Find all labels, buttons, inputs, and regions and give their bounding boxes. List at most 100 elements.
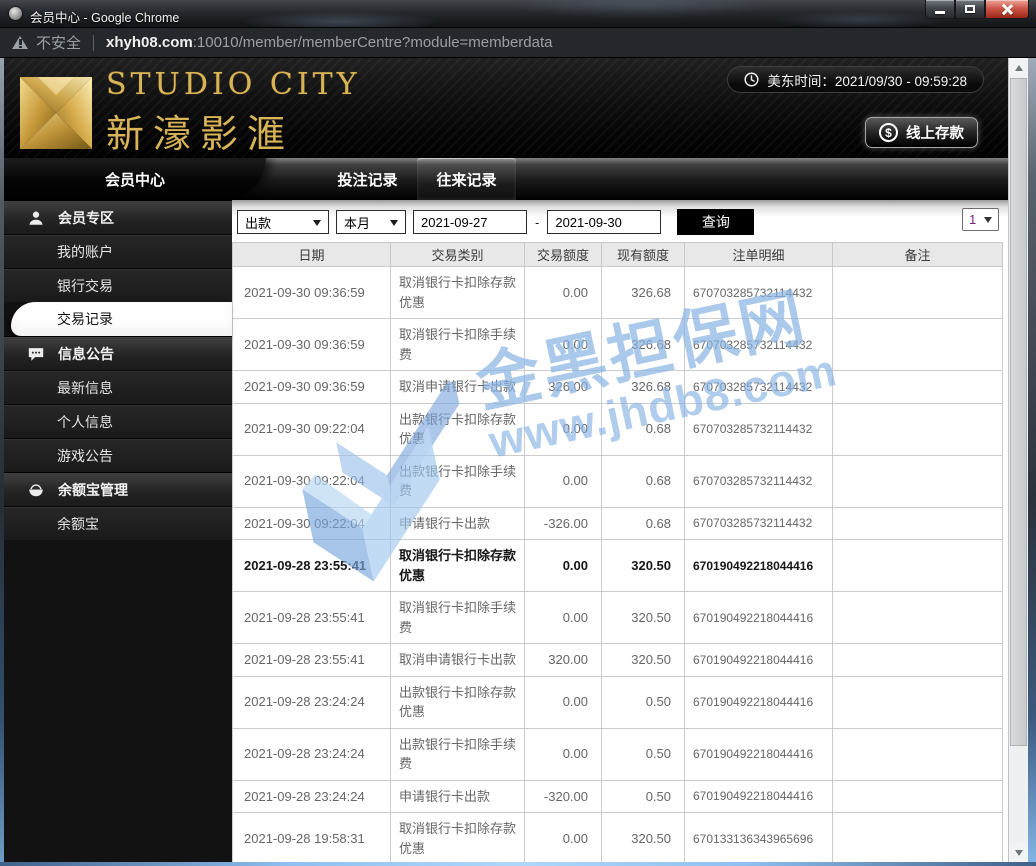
detail-cell: 670190492218044416 [684, 643, 833, 677]
detail-cell: 670190492218044416 [684, 675, 833, 729]
tab-betting-records[interactable]: 投注记录 [318, 158, 417, 200]
sidebar-section-info-announcements[interactable]: 信息公告 [4, 336, 232, 370]
logo-subtitle: 新濠影滙 [106, 114, 295, 156]
scroll-up-arrow[interactable] [1009, 58, 1028, 77]
member-center-button[interactable]: 会员中心 [4, 158, 266, 200]
treasure-bowl-icon [26, 481, 45, 499]
security-label[interactable]: 不安全 [36, 32, 81, 53]
nav-bar: 会员中心 投注记录 往来记录 [4, 158, 1008, 200]
detail-cell: 670190492218044416 [684, 539, 833, 592]
deposit-button-label: 线上存款 [906, 126, 964, 142]
page-viewport: STUDIO CITY 新濠影滙 美东时间：2021/09/30 - 09:59… [4, 58, 1008, 862]
close-button[interactable] [985, 0, 1029, 19]
tabs: 投注记录 往来记录 [318, 158, 516, 200]
sidebar-section-label: 信息公告 [58, 345, 114, 362]
search-button[interactable]: 查询 [677, 209, 755, 235]
chat-icon [26, 345, 45, 363]
balance-cell: 0.50 [601, 727, 685, 781]
sidebar-item-bank-transactions[interactable]: 银行交易 [4, 268, 232, 302]
triangle-down-icon [1014, 849, 1023, 860]
remark-cell [832, 643, 1003, 677]
detail-cell: 670703285732114432 [684, 266, 833, 319]
detail-cell: 670190492218044416 [684, 727, 833, 781]
date-from-input[interactable]: 2021-09-27 [413, 210, 527, 234]
sidebar-item-transaction-records[interactable]: 交易记录 [11, 302, 232, 336]
main-content: 出款 本月 2021-09-27 - 2021-09-30 查询 1 日期 交易… [232, 200, 1008, 862]
amount-cell: 0.00 [524, 812, 602, 862]
studio-city-x-icon [20, 76, 92, 149]
sidebar-item-game-announcements[interactable]: 游戏公告 [4, 438, 232, 472]
remark-cell [832, 454, 1003, 508]
detail-cell: 670133136343965696 [684, 812, 833, 862]
balance-cell: 0.50 [601, 675, 685, 729]
remark-cell [832, 727, 1003, 781]
balance-cell: 326.68 [601, 318, 685, 371]
table-row: 2021-09-28 23:55:41 取消银行卡扣除存款优惠 0.00 320.50… [232, 539, 1003, 592]
scrollbar-thumb[interactable] [1010, 78, 1027, 746]
sidebar: 会员专区我的账户 银行交易 交易记录信息公告最新信息 个人信息 游戏公告 余额宝管理 余额宝 [4, 200, 232, 862]
site-header: STUDIO CITY 新濠影滙 美东时间：2021/09/30 - 09:59… [4, 58, 1008, 158]
tab-transaction-records[interactable]: 往来记录 [417, 158, 516, 200]
type-cell: 出款银行卡扣除手续费 [390, 727, 525, 781]
remark-cell [832, 812, 1003, 862]
amount-cell: -320.00 [524, 779, 602, 813]
amount-cell: -326.00 [524, 506, 602, 540]
date-cell: 2021-09-28 19:58:31 [232, 812, 391, 862]
table-row: 2021-09-28 23:24:24 出款银行卡扣除存款优惠 0.00 0.50 67… [232, 675, 1003, 729]
window-border-bottom [0, 862, 1036, 866]
sidebar-section-member-zone[interactable]: 会员专区 [4, 200, 232, 234]
time-text: 美东时间：2021/09/30 - 09:59:28 [767, 73, 967, 89]
url-bar[interactable]: 不安全 xhyh08.com :10010/member/memberCentr… [0, 28, 1036, 58]
column-header: 交易类别 [390, 242, 525, 267]
detail-cell: 670703285732114432 [684, 402, 833, 456]
url-domain[interactable]: xhyh08.com [106, 34, 193, 51]
date-cell: 2021-09-28 23:24:24 [232, 779, 391, 813]
type-cell: 取消银行卡扣除存款优惠 [390, 266, 525, 319]
type-cell: 出款银行卡扣除存款优惠 [390, 402, 525, 456]
site-logo: STUDIO CITY 新濠影滙 [18, 67, 361, 158]
detail-cell: 670703285732114432 [684, 454, 833, 508]
sidebar-section-yuebao-management[interactable]: 余额宝管理 [4, 472, 232, 506]
logo-title: STUDIO CITY [106, 67, 361, 102]
sidebar-section-label: 会员专区 [58, 209, 114, 226]
column-header: 日期 [232, 242, 391, 267]
table-row: 2021-09-30 09:36:59 取消银行卡扣除存款优惠 0.00 326.68… [232, 266, 1003, 319]
transaction-type-select[interactable]: 出款 [237, 210, 329, 234]
content-area: 会员专区我的账户 银行交易 交易记录信息公告最新信息 个人信息 游戏公告 余额宝管理 余额宝… [4, 200, 1008, 862]
transaction-type-value: 出款 [245, 215, 272, 231]
sidebar-item-latest-info[interactable]: 最新信息 [4, 370, 232, 404]
remark-cell [832, 539, 1003, 592]
url-path[interactable]: :10010/member/memberCentre?module=member… [193, 34, 553, 51]
window-title: 会员中心 - Google Chrome [30, 11, 180, 25]
period-select[interactable]: 本月 [336, 210, 406, 234]
table-header: 日期 交易类别 交易额度 现有额度 注单明细 备注 [232, 242, 1003, 267]
sidebar-item-my-account[interactable]: 我的账户 [4, 234, 232, 268]
type-cell: 取消银行卡扣除手续费 [390, 318, 525, 371]
table-row: 2021-09-30 09:22:04 申请银行卡出款 -326.00 0.68 670… [232, 506, 1003, 540]
online-deposit-button[interactable]: $ 线上存款 [865, 117, 978, 148]
maximize-button[interactable] [955, 0, 985, 19]
user-icon [26, 209, 45, 227]
date-cell: 2021-09-30 09:36:59 [232, 370, 391, 404]
scroll-down-arrow[interactable] [1009, 843, 1028, 862]
column-header: 现有额度 [601, 242, 685, 267]
date-to-input[interactable]: 2021-09-30 [547, 210, 662, 234]
amount-cell: 320.00 [524, 643, 602, 677]
sidebar-item-yuebao[interactable]: 余额宝 [4, 506, 232, 540]
type-cell: 取消银行卡扣除手续费 [390, 591, 525, 644]
type-cell: 取消申请银行卡出款 [390, 370, 525, 404]
minimize-button[interactable] [925, 0, 955, 19]
date-cell: 2021-09-28 23:24:24 [232, 727, 391, 781]
sidebar-item-personal-info[interactable]: 个人信息 [4, 404, 232, 438]
remark-cell [832, 370, 1003, 404]
date-cell: 2021-09-30 09:36:59 [232, 318, 391, 371]
remark-cell [832, 318, 1003, 371]
page-scrollbar[interactable] [1008, 58, 1028, 862]
balance-cell: 326.68 [601, 266, 685, 319]
page-number-select[interactable]: 1 [962, 208, 999, 231]
close-icon [1001, 3, 1013, 15]
detail-cell: 670703285732114432 [684, 318, 833, 371]
type-cell: 申请银行卡出款 [390, 779, 525, 813]
title-bar[interactable]: 会员中心 - Google Chrome [0, 0, 1036, 28]
amount-cell: 326.00 [524, 370, 602, 404]
